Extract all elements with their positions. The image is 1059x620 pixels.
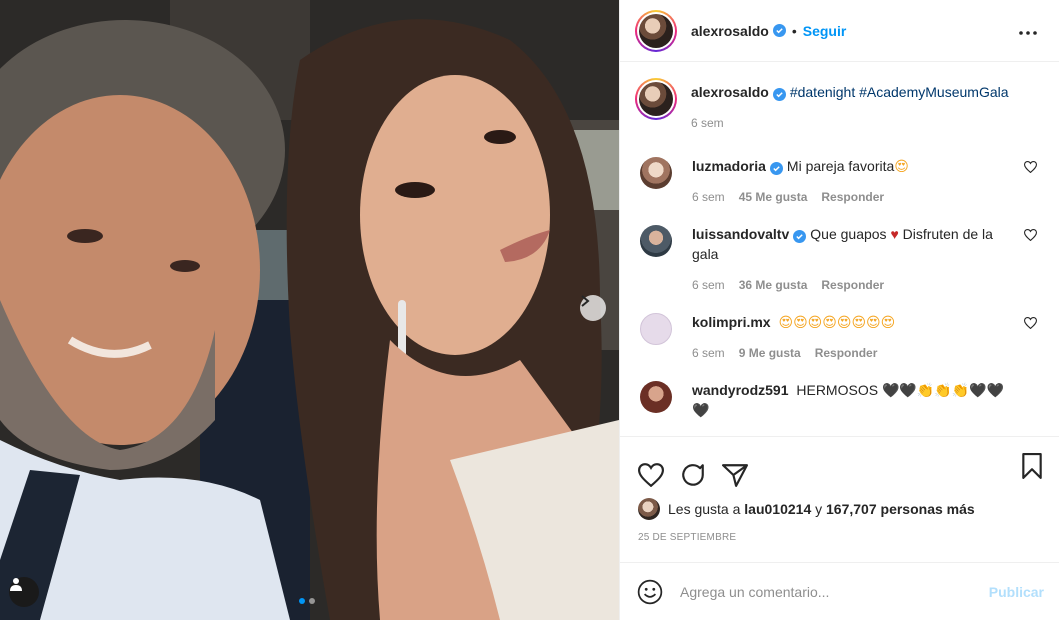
likes-prefix: Les gusta a [668, 501, 741, 517]
comment-item: kolimpri.mx 😍😍😍😍😍😍😍😍 6 sem 9 Me gusta Re… [635, 312, 1043, 360]
add-comment-bar: Publicar [620, 562, 1059, 620]
smiley-icon[interactable] [637, 579, 663, 605]
instagram-post-view: alexrosaldo • Seguir alexrosaldo #dateni… [0, 0, 1059, 620]
caption-meta: 6 sem [691, 116, 1011, 130]
comment-time[interactable]: 6 sem [692, 190, 725, 204]
likes-summary: Les gusta a lau010214 y 167,707 personas… [638, 498, 975, 520]
verified-badge-icon [769, 162, 783, 175]
reply-button[interactable]: Responder [815, 346, 878, 360]
comment-item: luissandovaltv Que guapos ♥ Disfruten de … [635, 224, 1043, 292]
comment-meta: 6 sem 36 Me gusta Responder [692, 278, 1012, 292]
post-header: alexrosaldo • Seguir [620, 0, 1059, 62]
post-details-panel: alexrosaldo • Seguir alexrosaldo #dateni… [619, 0, 1059, 620]
comment-text: wandyrodz591 HERMOSOS 🖤🖤👏👏👏🖤🖤🖤 [692, 380, 1012, 420]
paper-plane-icon[interactable] [722, 463, 748, 487]
carousel-dot [309, 598, 315, 604]
carousel-dot-active [299, 598, 305, 604]
comment-likes[interactable]: 36 Me gusta [739, 278, 808, 292]
caption-username[interactable]: alexrosaldo [691, 84, 769, 100]
commenter-avatar[interactable] [640, 313, 672, 345]
comment-input[interactable] [680, 583, 970, 600]
comment-meta: 6 sem 45 Me gusta Responder [692, 190, 1012, 204]
comment-like-heart-icon[interactable] [1023, 228, 1038, 246]
comment-time[interactable]: 6 sem [692, 278, 725, 292]
user-tag-icon [10, 578, 22, 591]
red-heart-emoji: ♥ [890, 226, 899, 242]
comment-content: Mi pareja favorita [786, 158, 895, 174]
comment-time[interactable]: 6 sem [692, 346, 725, 360]
comments-list[interactable]: alexrosaldo #datenight #AcademyMuseumGala… [620, 62, 1059, 436]
comment-body: luzmadoria Mi pareja favorita😍 6 sem 45 M… [692, 156, 1012, 204]
tagged-users-button[interactable] [9, 577, 39, 607]
photo-illustration [0, 0, 619, 620]
commenter-avatar[interactable] [640, 157, 672, 189]
commenter-username[interactable]: luissandovaltv [692, 226, 789, 242]
comment-bubble-icon[interactable] [680, 462, 706, 488]
reply-button[interactable]: Responder [821, 278, 884, 292]
commenter-avatar[interactable] [640, 225, 672, 257]
carousel-next-button[interactable] [580, 295, 606, 321]
caption-text: alexrosaldo #datenight #AcademyMuseumGala [691, 82, 1011, 102]
comment-body: luissandovaltv Que guapos ♥ Disfruten de … [692, 224, 1012, 292]
separator: • [791, 22, 797, 39]
comment-content: Que guapos [810, 226, 887, 242]
avatar-image [639, 82, 673, 116]
likes-and: y [815, 501, 823, 517]
reply-button[interactable]: Responder [821, 190, 884, 204]
comment-content: 😍😍😍😍😍😍😍😍 [778, 314, 896, 330]
comment-body: kolimpri.mx 😍😍😍😍😍😍😍😍 6 sem 9 Me gusta Re… [692, 312, 1012, 360]
publish-button[interactable]: Publicar [989, 584, 1044, 600]
caption-hashtags[interactable]: #datenight #AcademyMuseumGala [790, 84, 1009, 100]
verified-badge-icon [772, 24, 786, 37]
header-user: alexrosaldo • Seguir [691, 23, 846, 39]
chevron-right-icon [581, 295, 590, 307]
comment-like-heart-icon[interactable] [1023, 160, 1038, 178]
comment-body: wandyrodz591 HERMOSOS 🖤🖤👏👏👏🖤🖤🖤 [692, 380, 1012, 420]
heart-eyes-emoji: 😍 [894, 158, 909, 174]
commenter-username[interactable]: wandyrodz591 [692, 382, 788, 398]
caption: alexrosaldo #datenight #AcademyMuseumGala… [635, 78, 1043, 130]
post-date[interactable]: 25 DE SEPTIEMBRE [638, 532, 736, 543]
commenter-avatar[interactable] [640, 381, 672, 413]
comment-likes[interactable]: 9 Me gusta [739, 346, 801, 360]
avatar-inner [637, 11, 675, 50]
post-actions [620, 436, 1059, 496]
post-photo[interactable] [0, 0, 619, 620]
comment-text: luissandovaltv Que guapos ♥ Disfruten de … [692, 224, 1012, 264]
liker-avatar[interactable] [638, 498, 660, 520]
comment-text: kolimpri.mx 😍😍😍😍😍😍😍😍 [692, 312, 1012, 332]
carousel-indicator [299, 598, 315, 604]
comment-like-heart-icon[interactable] [1023, 316, 1038, 334]
author-avatar[interactable] [635, 9, 677, 52]
avatar-image [639, 13, 673, 48]
caption-body: alexrosaldo #datenight #AcademyMuseumGala… [691, 82, 1011, 130]
follow-button[interactable]: Seguir [803, 23, 847, 39]
verified-badge-icon [772, 88, 786, 101]
comment-likes[interactable]: 45 Me gusta [739, 190, 808, 204]
likes-user[interactable]: lau010214 [744, 501, 811, 517]
comment-meta: 6 sem 9 Me gusta Responder [692, 346, 1012, 360]
likes-count[interactable]: 167,707 personas más [826, 501, 975, 517]
comment-text: luzmadoria Mi pareja favorita😍 [692, 156, 1012, 176]
verified-badge-icon [793, 230, 807, 243]
commenter-username[interactable]: kolimpri.mx [692, 314, 771, 330]
caption-time[interactable]: 6 sem [691, 116, 724, 130]
more-options-icon[interactable] [1019, 22, 1037, 40]
bookmark-icon[interactable] [1020, 453, 1044, 484]
comment-item: wandyrodz591 HERMOSOS 🖤🖤👏👏👏🖤🖤🖤 [635, 380, 1043, 420]
heart-icon[interactable] [638, 462, 664, 487]
avatar-inner [637, 80, 675, 118]
comment-item: luzmadoria Mi pareja favorita😍 6 sem 45 M… [635, 156, 1043, 204]
author-username[interactable]: alexrosaldo [691, 23, 769, 39]
commenter-username[interactable]: luzmadoria [692, 158, 766, 174]
caption-author-avatar[interactable] [635, 78, 677, 120]
